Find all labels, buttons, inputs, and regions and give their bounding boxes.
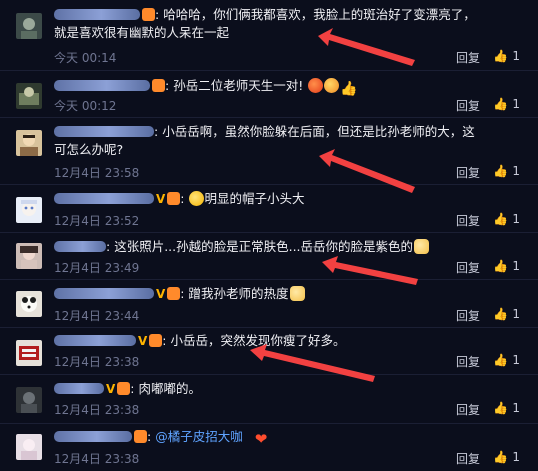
thumbs-up-icon: 👍	[493, 450, 509, 464]
verified-v-icon: V	[156, 287, 166, 301]
comment-time: 12月4日 23:38	[54, 403, 140, 417]
username-redacted[interactable]	[54, 288, 154, 299]
like-button[interactable]: 👍 1	[493, 164, 520, 178]
avatar[interactable]	[16, 13, 42, 39]
vip-badge-icon	[167, 192, 181, 205]
angry-emoji-icon	[308, 78, 324, 93]
thumbs-up-icon: 👍	[493, 307, 509, 321]
comment-time: 12月4日 23:58	[54, 166, 140, 180]
avatar[interactable]	[16, 197, 42, 223]
verified-v-icon: V	[138, 334, 148, 348]
cat-emoji-icon	[289, 286, 305, 301]
like-count: 1	[512, 97, 520, 111]
comment-item: V: 蹭我孙老师的热度 12月4日 23:44 回复 👍 1	[0, 279, 538, 327]
comment-text: 蹭我孙老师的热度	[188, 286, 289, 301]
like-count: 1	[512, 353, 520, 367]
vip-badge-icon	[149, 334, 163, 347]
mention-link[interactable]: @橘子皮招大咖	[155, 429, 243, 444]
vip-badge-icon	[134, 430, 147, 443]
like-button[interactable]: 👍 1	[493, 353, 520, 367]
vip-badge-icon	[152, 79, 165, 92]
avatar[interactable]	[16, 243, 42, 269]
like-button[interactable]: 👍 1	[493, 450, 520, 464]
verified-v-icon: V	[106, 382, 116, 396]
avatar[interactable]	[16, 130, 42, 156]
thumbs-up-icon: 👍	[493, 97, 509, 111]
thumbs-up-icon: 👍	[493, 353, 509, 367]
reply-button[interactable]: 回复	[456, 49, 480, 66]
username-redacted[interactable]	[54, 335, 136, 346]
like-button[interactable]: 👍 1	[493, 49, 520, 63]
like-count: 1	[512, 164, 520, 178]
like-button[interactable]: 👍 1	[493, 259, 520, 273]
reply-button[interactable]: 回复	[456, 353, 480, 370]
verified-v-icon: V	[156, 192, 166, 206]
reply-button[interactable]: 回复	[456, 164, 480, 181]
avatar[interactable]	[16, 387, 42, 413]
comment-text: 小岳岳，突然发现你瘦了好多。	[170, 333, 346, 348]
like-button[interactable]: 👍 1	[493, 401, 520, 415]
reply-button[interactable]: 回复	[456, 307, 480, 324]
thumbs-up-icon: 👍	[493, 164, 509, 178]
username-redacted[interactable]	[54, 383, 104, 394]
username-redacted[interactable]	[54, 193, 154, 204]
username-redacted[interactable]	[54, 9, 140, 20]
comment-item: V: 小岳岳，突然发现你瘦了好多。 12月4日 23:38 回复 👍 1	[0, 327, 538, 374]
like-count: 1	[512, 307, 520, 321]
comment-item: V: 肉嘟嘟的。 12月4日 23:38 回复 👍 1	[0, 374, 538, 423]
vip-badge-icon	[117, 382, 131, 395]
username-redacted[interactable]	[54, 431, 132, 442]
comment-time: 12月4日 23:38	[54, 452, 140, 466]
comment-time: 今天 00:14	[54, 51, 117, 65]
thumbs-up-icon: 👍	[493, 259, 509, 273]
like-button[interactable]: 👍 1	[493, 307, 520, 321]
thumbs-up-icon: 👍	[493, 401, 509, 415]
like-count: 1	[512, 212, 520, 226]
comment-item: : 小岳岳啊，虽然你脸躲在后面，但还是比孙老师的大，这可怎么办呢? 12月4日 …	[0, 117, 538, 184]
thumbs-up-icon: 👍	[493, 212, 509, 226]
laughing-emoji-icon	[189, 191, 205, 206]
comment-text: 这张照片...孙越的脸是正常肤色...岳岳你的脸是紫色的	[114, 239, 414, 254]
comment-item: V: 明显的帽子小头大 12月4日 23:52 回复 👍 1	[0, 184, 538, 232]
comment-item: : 哈哈哈，你们俩我都喜欢，我脸上的斑治好了变漂亮了，就是喜欢很有幽默的人呆在一…	[0, 0, 538, 70]
avatar[interactable]	[16, 434, 42, 460]
comment-text: 孙岳二位老师天生一对!	[173, 78, 304, 93]
comment-time: 12月4日 23:44	[54, 309, 140, 323]
comment-item: : 这张照片...孙越的脸是正常肤色...岳岳你的脸是紫色的 12月4日 23:…	[0, 232, 538, 279]
comment-item: : 孙岳二位老师天生一对! 👍 今天 00:12 回复 👍 1	[0, 70, 538, 117]
comment-text: 明显的帽子小头大	[204, 191, 305, 206]
like-count: 1	[512, 259, 520, 273]
avatar[interactable]	[16, 83, 42, 109]
like-button[interactable]: 👍 1	[493, 212, 520, 226]
reply-button[interactable]: 回复	[456, 450, 480, 467]
comment-text: 肉嘟嘟的。	[138, 381, 201, 396]
vip-badge-icon	[167, 287, 181, 300]
thumbs-up-emoji-icon: 👍	[340, 81, 358, 97]
like-count: 1	[512, 401, 520, 415]
comment-time: 12月4日 23:52	[54, 214, 140, 228]
comment-time: 12月4日 23:49	[54, 261, 140, 275]
avatar[interactable]	[16, 291, 42, 317]
thumbs-up-icon: 👍	[493, 49, 509, 63]
cat-emoji-icon	[414, 239, 430, 254]
like-button[interactable]: 👍 1	[493, 97, 520, 111]
reply-button[interactable]: 回复	[456, 212, 480, 229]
reply-button[interactable]: 回复	[456, 97, 480, 114]
heart-emoji-icon: ❤	[254, 430, 268, 448]
like-count: 1	[512, 450, 520, 464]
comment-list: : 哈哈哈，你们俩我都喜欢，我脸上的斑治好了变漂亮了，就是喜欢很有幽默的人呆在一…	[0, 0, 538, 471]
comment-time: 今天 00:12	[54, 99, 117, 113]
avatar[interactable]	[16, 340, 42, 366]
comment-time: 12月4日 23:38	[54, 355, 140, 369]
blushing-emoji-icon	[324, 78, 340, 93]
comment-item: : @橘子皮招大咖 ❤ 12月4日 23:38 回复 👍 1	[0, 423, 538, 471]
like-count: 1	[512, 49, 520, 63]
reply-button[interactable]: 回复	[456, 401, 480, 418]
vip-badge-icon	[142, 8, 155, 21]
username-redacted[interactable]	[54, 80, 150, 91]
reply-button[interactable]: 回复	[456, 259, 480, 276]
username-redacted[interactable]	[54, 241, 106, 252]
username-redacted[interactable]	[54, 126, 154, 137]
